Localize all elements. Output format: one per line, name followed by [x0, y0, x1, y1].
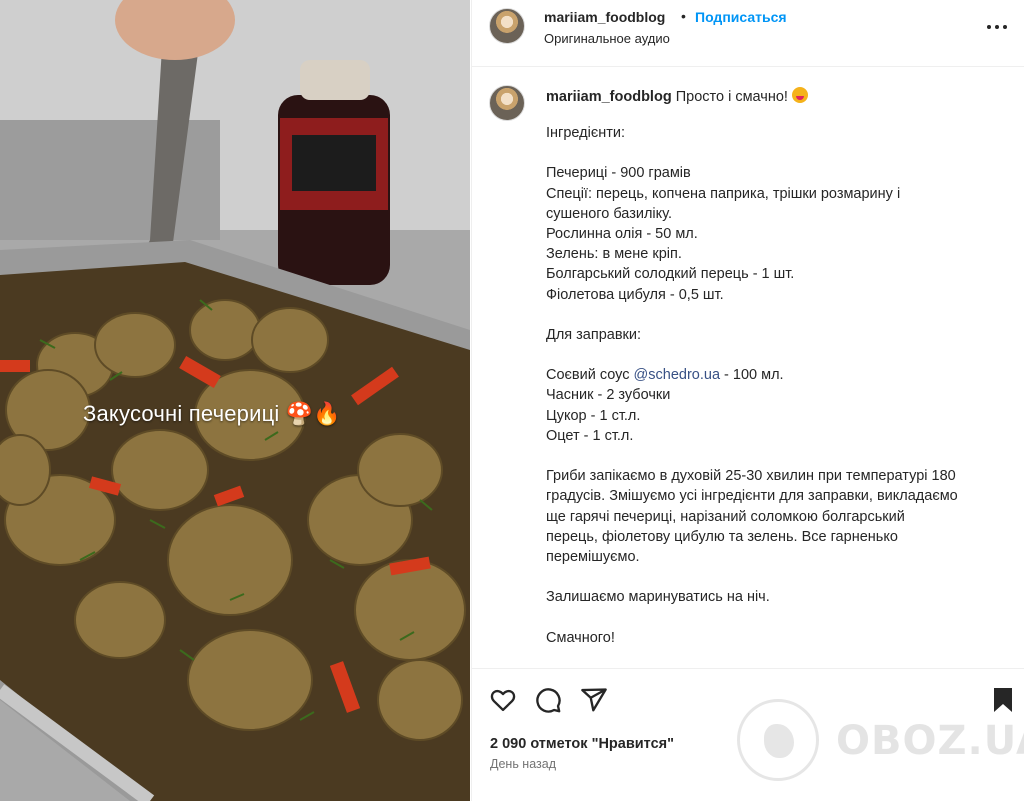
caption-line-soy-sauce: Соєвий соус @schedro.ua - 100 мл.	[546, 365, 1006, 385]
post-actions: 2 090 отметок "Нравится" День назад OBOZ…	[472, 668, 1024, 802]
caption-body: Інгредієнти: Печериці - 900 грамів Спеції:…	[546, 123, 1006, 648]
video-overlay-text: Закусочні печериці 🍄🔥	[83, 401, 341, 426]
caption-line: Інгредієнти:	[546, 125, 625, 141]
caption-line: перець, фіолетову цибулю та зелень. Все …	[546, 528, 898, 545]
caption-line: Болгарський солодкий перець - 1 шт.	[546, 266, 795, 283]
oboz-logo-icon	[737, 699, 819, 781]
caption-avatar[interactable]	[489, 85, 525, 121]
caption-header: mariiam_foodblog Просто і смачно!	[546, 87, 808, 105]
post-header: mariiam_foodblog • Подписаться Оригиналь…	[472, 0, 1024, 67]
post-caption: mariiam_foodblog Просто і смачно! Інгред…	[472, 67, 1024, 667]
caption-intro: Просто і смачно!	[671, 89, 788, 105]
more-options-icon[interactable]	[985, 14, 1009, 38]
caption-line: Цукор - 1 ст.л.	[546, 407, 641, 424]
caption-line: Залишаємо маринуватись на ніч.	[546, 589, 770, 606]
caption-line: Фіолетова цибуля - 0,5 шт.	[546, 286, 724, 303]
follow-button[interactable]: Подписаться	[695, 9, 787, 25]
comment-icon[interactable]	[534, 686, 562, 714]
soy-line-amount: - 100 мл.	[720, 367, 784, 384]
mention-link[interactable]: @schedro.ua	[634, 367, 720, 383]
caption-line: Часник - 2 зубочки	[546, 387, 671, 404]
caption-line: перемішуємо.	[546, 548, 640, 565]
caption-line: Рослинна олія - 50 мл.	[546, 225, 698, 242]
post-side-panel: mariiam_foodblog • Подписаться Оригиналь…	[471, 0, 1024, 801]
caption-line: сушеного базиліку.	[546, 205, 672, 222]
audio-label[interactable]: Оригинальное аудио	[544, 31, 670, 46]
header-separator: •	[681, 8, 686, 24]
caption-line: Печериці - 900 грамів	[546, 165, 691, 182]
caption-line: Зелень: в мене кріп.	[546, 246, 682, 263]
caption-line: Гриби запікаємо в духовій 25-30 хвилин п…	[546, 468, 956, 485]
post-media[interactable]: Закусочні печериці 🍄🔥	[0, 0, 470, 801]
watermark-text: OBOZ.UA	[836, 718, 1024, 764]
share-icon[interactable]	[580, 686, 608, 714]
caption-line: Смачного!	[546, 629, 615, 646]
author-username[interactable]: mariiam_foodblog	[544, 9, 665, 25]
caption-line: градусів. Змішуємо усі інгредієнти для з…	[546, 488, 958, 505]
author-avatar[interactable]	[489, 8, 525, 44]
oboz-watermark: OBOZ.UA	[737, 699, 1024, 785]
post-time[interactable]: День назад	[490, 757, 556, 771]
caption-username[interactable]: mariiam_foodblog	[546, 89, 672, 105]
tongue-emoji-icon	[791, 87, 808, 103]
caption-line: Для заправки:	[546, 326, 642, 343]
likes-count[interactable]: 2 090 отметок "Нравится"	[490, 736, 674, 752]
heart-icon[interactable]	[489, 686, 517, 714]
caption-line: Спеції: перець, копчена паприка, трішки …	[546, 185, 901, 202]
soy-line-text: Соєвий соус	[546, 367, 634, 384]
caption-line: ще гарячі печериці, нарізаний соломкою б…	[546, 508, 905, 525]
caption-line: Оцет - 1 ст.л.	[546, 427, 634, 444]
